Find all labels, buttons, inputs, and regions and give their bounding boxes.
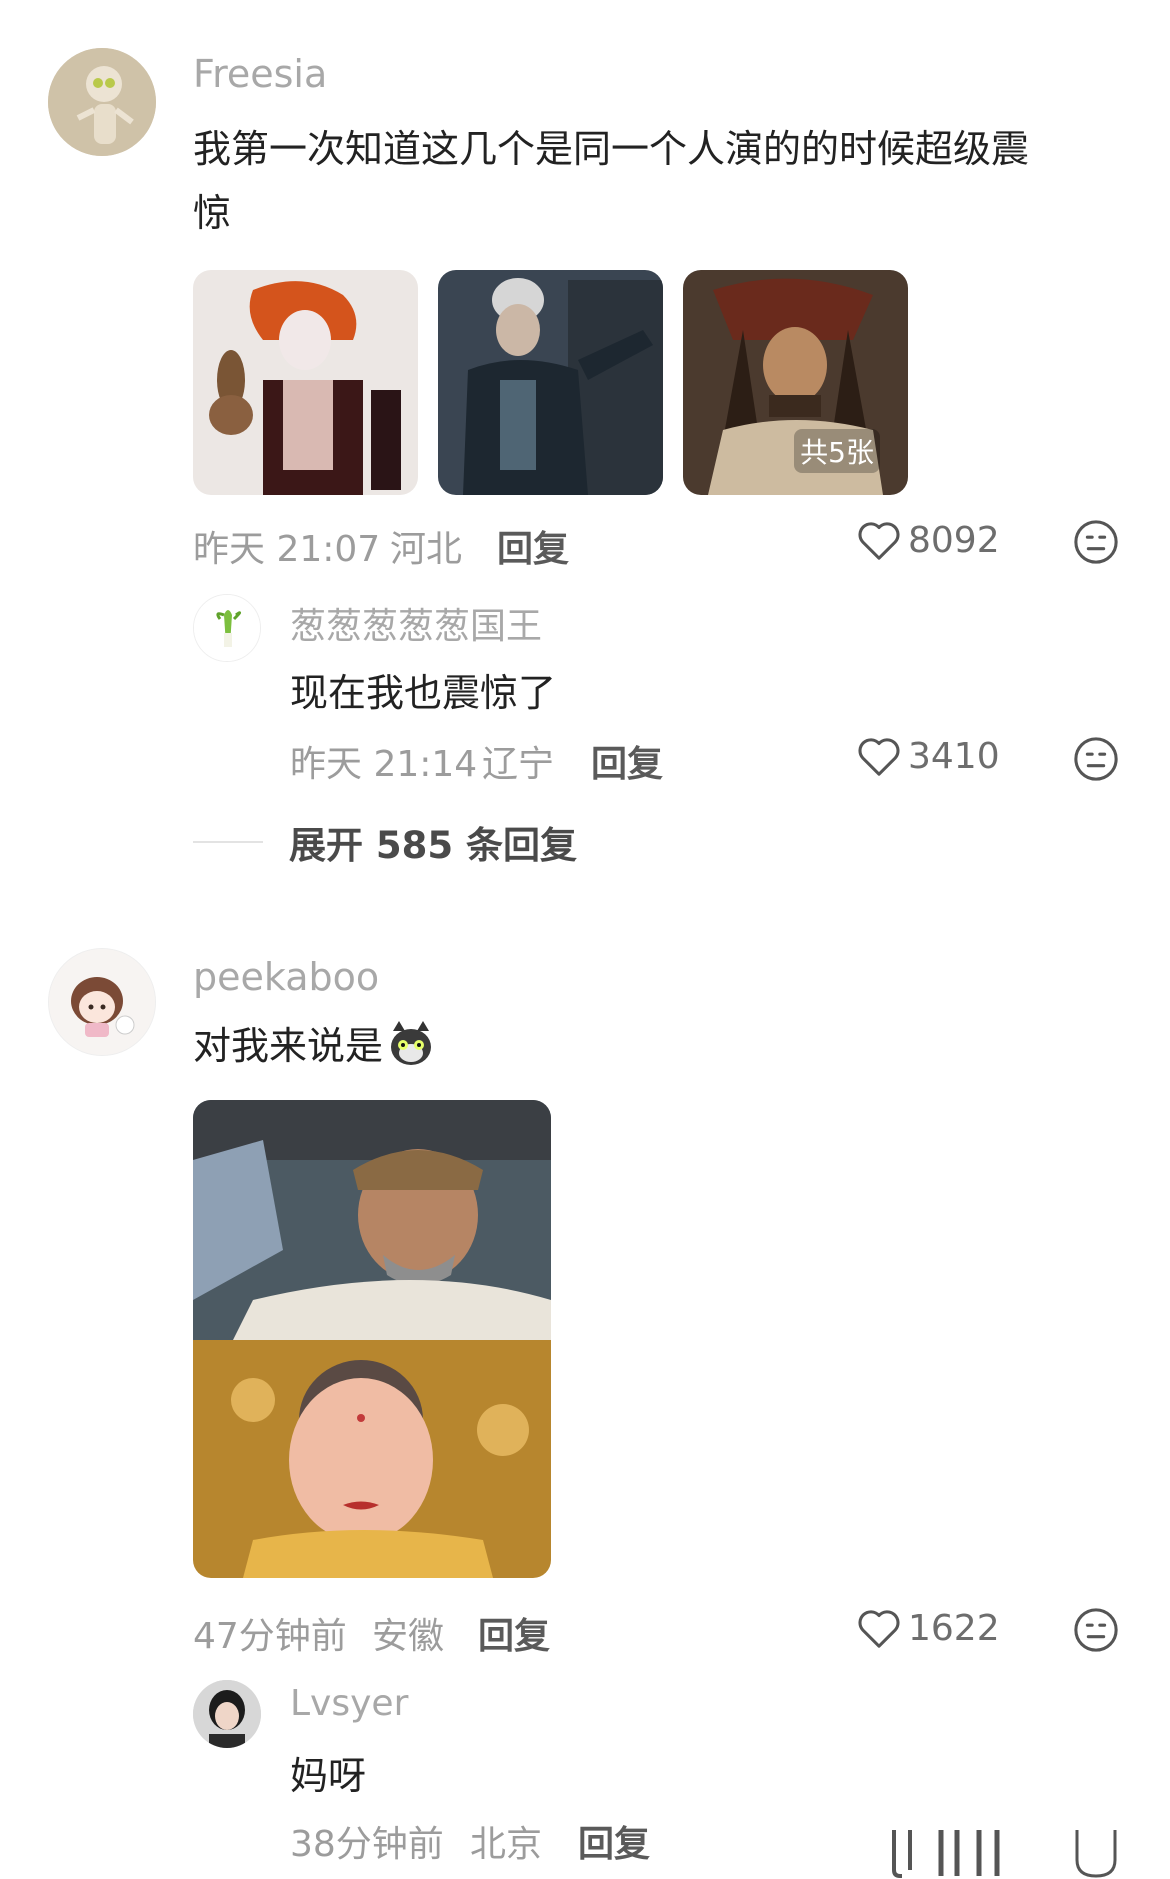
sub-reply-location: 辽宁 xyxy=(482,744,555,785)
neutral-face-icon[interactable] xyxy=(1073,736,1119,786)
like-button[interactable]: 1622 xyxy=(856,1606,1000,1650)
sub-reply-like-button[interactable]: 3410 xyxy=(856,734,1000,778)
avatar-sub-reply[interactable] xyxy=(193,1680,261,1748)
neutral-face-icon[interactable] xyxy=(1073,519,1119,569)
neutral-face-icon[interactable] xyxy=(1073,1830,1119,1879)
comment-image-3[interactable]: 共5张 xyxy=(683,270,908,495)
sub-reply-location: 北京 xyxy=(470,1824,543,1865)
sub-reply-text: 现在我也震惊了 xyxy=(290,671,557,715)
sub-reply-username[interactable]: Lvsyer xyxy=(290,1683,408,1724)
sub-reply-like-count: 3410 xyxy=(908,735,1000,777)
comment-username[interactable]: Freesia xyxy=(193,52,327,96)
like-count: 1622 xyxy=(908,1607,1000,1649)
sub-reply-reply-button[interactable]: 回复 xyxy=(578,1815,650,1867)
expand-replies-label: 展开 585 条回复 xyxy=(289,824,577,867)
comment-location: 安徽 xyxy=(372,1616,445,1657)
comment-text-line1: 我第一次知道这几个是同一个人演的的时候超级震 xyxy=(193,127,1030,171)
sub-reply-username[interactable]: 葱葱葱葱葱国王 xyxy=(290,597,542,649)
sub-reply-time: 昨天 21:14 xyxy=(290,744,478,785)
expand-replies-button[interactable]: 展开 585 条回复 xyxy=(193,815,577,869)
comment-location: 河北 xyxy=(390,529,463,570)
sub-reply-time: 38分钟前 xyxy=(290,1824,444,1865)
heart-outline-icon xyxy=(858,522,900,560)
avatar-peekaboo[interactable] xyxy=(48,948,156,1056)
reply-button[interactable]: 回复 xyxy=(497,520,569,572)
divider xyxy=(193,841,263,843)
comment-username[interactable]: peekaboo xyxy=(193,955,379,999)
comment-image-2[interactable] xyxy=(438,270,663,495)
sub-reply-reply-button[interactable]: 回复 xyxy=(591,735,663,787)
comment-text-content: 对我来说是 xyxy=(193,1024,384,1068)
like-count: 8092 xyxy=(908,519,1000,561)
neutral-face-icon[interactable] xyxy=(1073,1607,1119,1657)
sub-reply-text: 妈呀 xyxy=(290,1754,367,1798)
avatar-sub-reply[interactable] xyxy=(193,594,261,662)
comment-time: 昨天 21:07 xyxy=(193,529,381,570)
heart-outline-icon xyxy=(858,738,900,776)
reply-button[interactable]: 回复 xyxy=(478,1607,550,1659)
heart-outline-icon xyxy=(858,1610,900,1648)
avatar-freesia[interactable] xyxy=(48,48,156,156)
comment-image-1[interactable] xyxy=(193,270,418,495)
comment-time: 47分钟前 xyxy=(193,1616,347,1657)
heart-outline-icon[interactable] xyxy=(890,1830,920,1879)
comment-text-line2: 惊 xyxy=(193,191,232,235)
more-images-badge[interactable]: 共5张 xyxy=(794,429,880,473)
like-count-partial xyxy=(935,1830,1015,1879)
comment-image-meme[interactable] xyxy=(193,1100,551,1578)
cat-emoji-icon xyxy=(391,1020,432,1065)
like-button[interactable]: 8092 xyxy=(856,518,1000,562)
comment-text: 对我来说是 xyxy=(193,1015,437,1070)
